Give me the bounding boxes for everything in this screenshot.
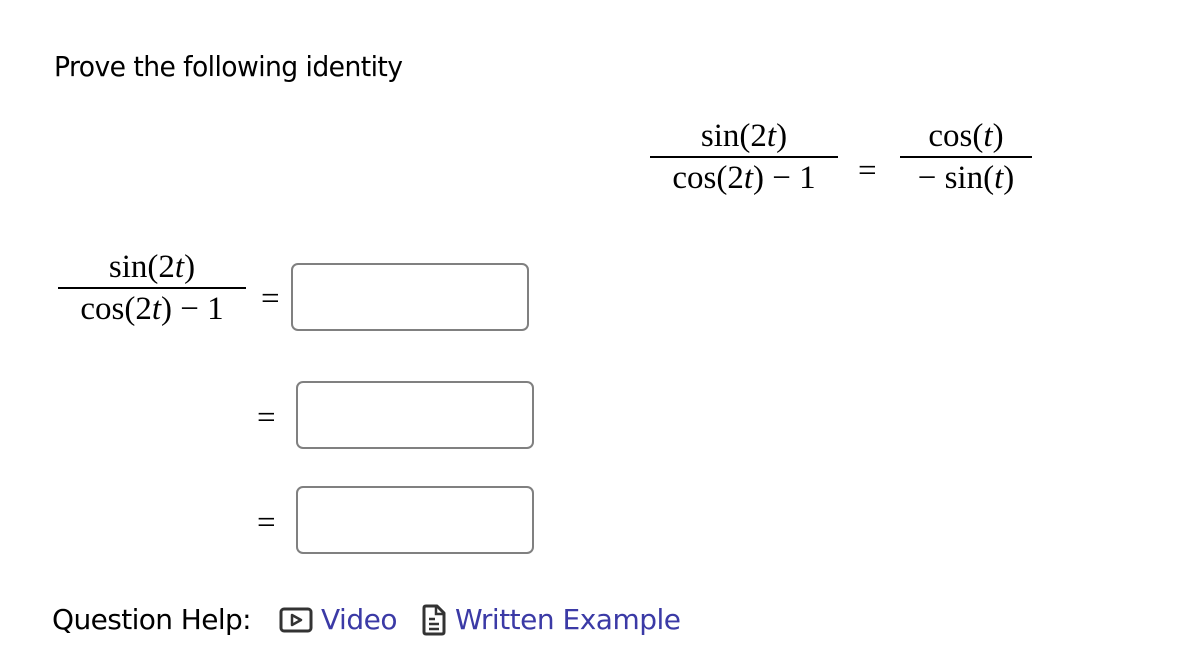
identity-rhs-numerator: cos(t): [928, 118, 1004, 154]
identity-equals-sign: =: [858, 153, 877, 189]
question-help-label: Question Help:: [52, 603, 252, 636]
identity-lhs-fraction: sin(2t) cos(2t) − 1: [650, 116, 838, 198]
identity-lhs-numerator: sin(2t): [700, 118, 788, 154]
video-icon: [279, 607, 313, 632]
work-start-numerator: sin(2t): [108, 249, 196, 285]
identity-lhs-denominator: cos(2t) − 1: [672, 160, 816, 196]
step-3-answer-input[interactable]: [296, 486, 534, 554]
question-prompt: Prove the following identity: [54, 50, 403, 83]
identity-rhs-fraction: cos(t) − sin(t): [900, 116, 1032, 198]
step-2-equals-sign: =: [257, 400, 276, 436]
step-2-answer-input[interactable]: [296, 381, 534, 449]
document-icon: [422, 604, 446, 635]
work-start-fraction: sin(2t) cos(2t) − 1: [58, 247, 246, 329]
identity-rhs-denominator: − sin(t): [917, 160, 1015, 196]
step-1-answer-input[interactable]: [291, 263, 529, 331]
written-example-link[interactable]: Written Example: [421, 603, 681, 636]
step-3-equals-sign: =: [257, 505, 276, 541]
video-link[interactable]: Video: [279, 603, 397, 636]
step-1-equals-sign: =: [261, 281, 280, 317]
question-help: Question Help: Video Written Example: [52, 603, 681, 636]
work-start-denominator: cos(2t) − 1: [80, 291, 224, 327]
